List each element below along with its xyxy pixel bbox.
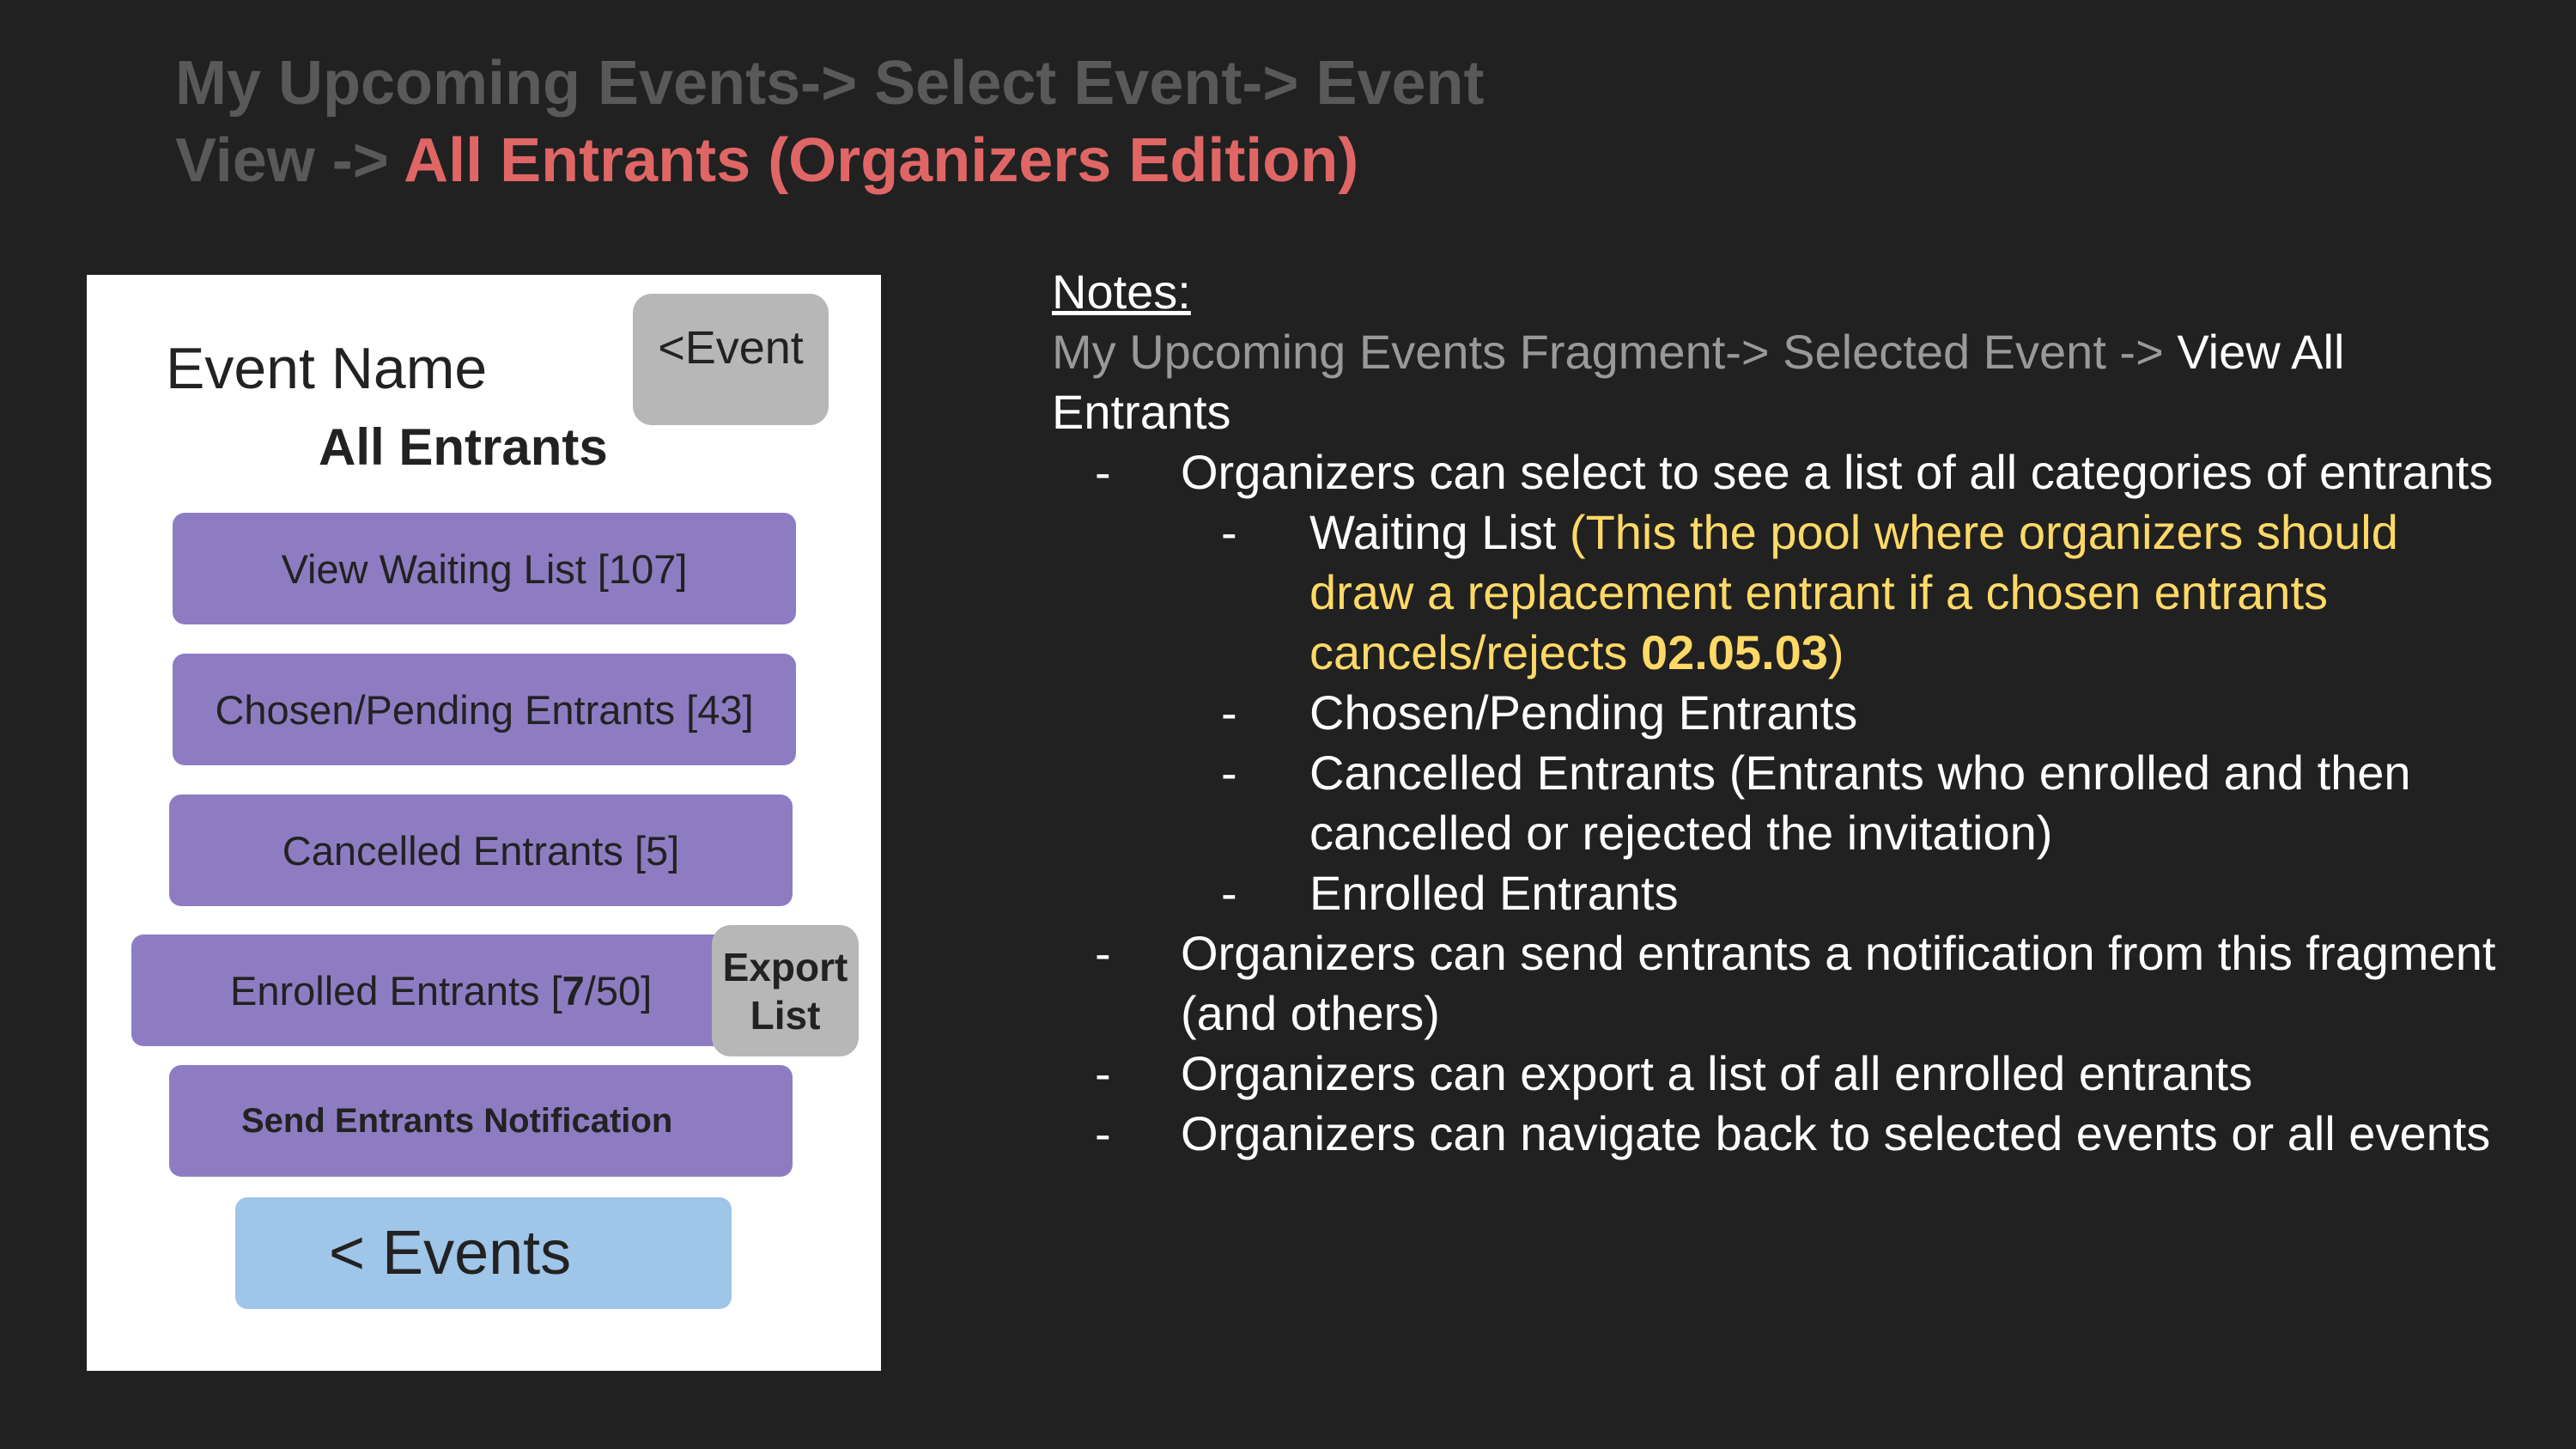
export-list-button[interactable]: Export List [712,925,859,1056]
note-text: Cancelled Entrants (Entrants who enrolle… [1309,746,2411,860]
note-subitem: - Chosen/Pending Entrants [1052,683,2512,743]
enrolled-count: 7 [562,967,585,1014]
note-text: Organizers can send entrants a notificat… [1181,926,2496,1040]
back-to-events-label: < Events [329,1219,572,1288]
enrolled-prefix: Enrolled Entrants [ [230,967,562,1014]
note-text: Chosen/Pending Entrants [1309,685,1858,740]
note-close-paren: ) [1827,625,1844,679]
note-item: - Organizers can select to see a list of … [1052,442,2512,502]
note-subitem: - Enrolled Entrants [1052,863,2512,923]
enrolled-entrants-button[interactable]: Enrolled Entrants [7/50] [131,935,755,1046]
send-entrants-notification-button[interactable]: Send Entrants Notification [169,1065,793,1177]
view-waiting-list-button[interactable]: View Waiting List [107] [173,513,796,624]
title-highlight: All Entrants (Organizers Edition) [404,126,1359,195]
note-subitem: - Waiting List (This the pool where organ… [1052,502,2512,683]
bullet-dash: - [1095,1106,1111,1160]
chosen-pending-entrants-button[interactable]: Chosen/Pending Entrants [43] [173,654,796,765]
note-item: - Organizers can export a list of all enr… [1052,1044,2512,1104]
back-to-event-button[interactable]: <Event [633,294,829,425]
note-item: - Organizers can send entrants a notifica… [1052,923,2512,1044]
note-requirement-code: 02.05.03 [1640,625,1828,679]
view-waiting-list-label: View Waiting List [107] [281,545,688,592]
export-line-1: Export [722,944,848,989]
notes-path-grey: My Upcoming Events Fragment-> Selected E… [1052,325,2178,379]
bullet-dash: - [1095,445,1111,499]
back-to-events-button[interactable]: < Events [235,1197,732,1309]
chosen-pending-label: Chosen/Pending Entrants [43] [215,686,754,733]
bullet-dash: - [1221,505,1237,559]
notes-heading: Notes: [1052,265,1191,319]
note-subitem: - Cancelled Entrants (Entrants who enroll… [1052,743,2512,863]
cancelled-entrants-label: Cancelled Entrants [5] [282,827,680,874]
bullet-dash: - [1221,746,1237,800]
export-line-2: List [750,992,821,1038]
cancelled-entrants-button[interactable]: Cancelled Entrants [5] [169,795,793,906]
slide-title: My Upcoming Events-> Select Event-> Even… [175,45,1635,199]
page-title: All Entrants [319,418,608,476]
event-name: Event Name [166,336,488,401]
note-item: - Organizers can navigate back to selecte… [1052,1104,2512,1164]
enrolled-suffix: /50] [584,967,653,1014]
send-notification-label: Send Entrants Notification [241,1101,673,1140]
bullet-dash: - [1095,926,1111,980]
bullet-dash: - [1221,685,1237,740]
note-text: Organizers can export a list of all enro… [1181,1046,2253,1100]
bullet-dash: - [1221,866,1237,920]
notes-path: My Upcoming Events Fragment-> Selected E… [1052,322,2512,442]
back-to-event-label: <Event [658,322,804,374]
bullet-dash: - [1095,1046,1111,1100]
note-text: Organizers can navigate back to selected… [1181,1106,2491,1160]
note-subitem-label: Waiting List [1309,505,1570,559]
notes-panel: Notes: My Upcoming Events Fragment-> Sel… [1052,262,2512,1164]
phone-mockup: Event Name All Entrants <Event View Wait… [87,275,881,1371]
note-text: Organizers can select to see a list of a… [1181,445,2494,499]
note-text: Enrolled Entrants [1309,866,1679,920]
